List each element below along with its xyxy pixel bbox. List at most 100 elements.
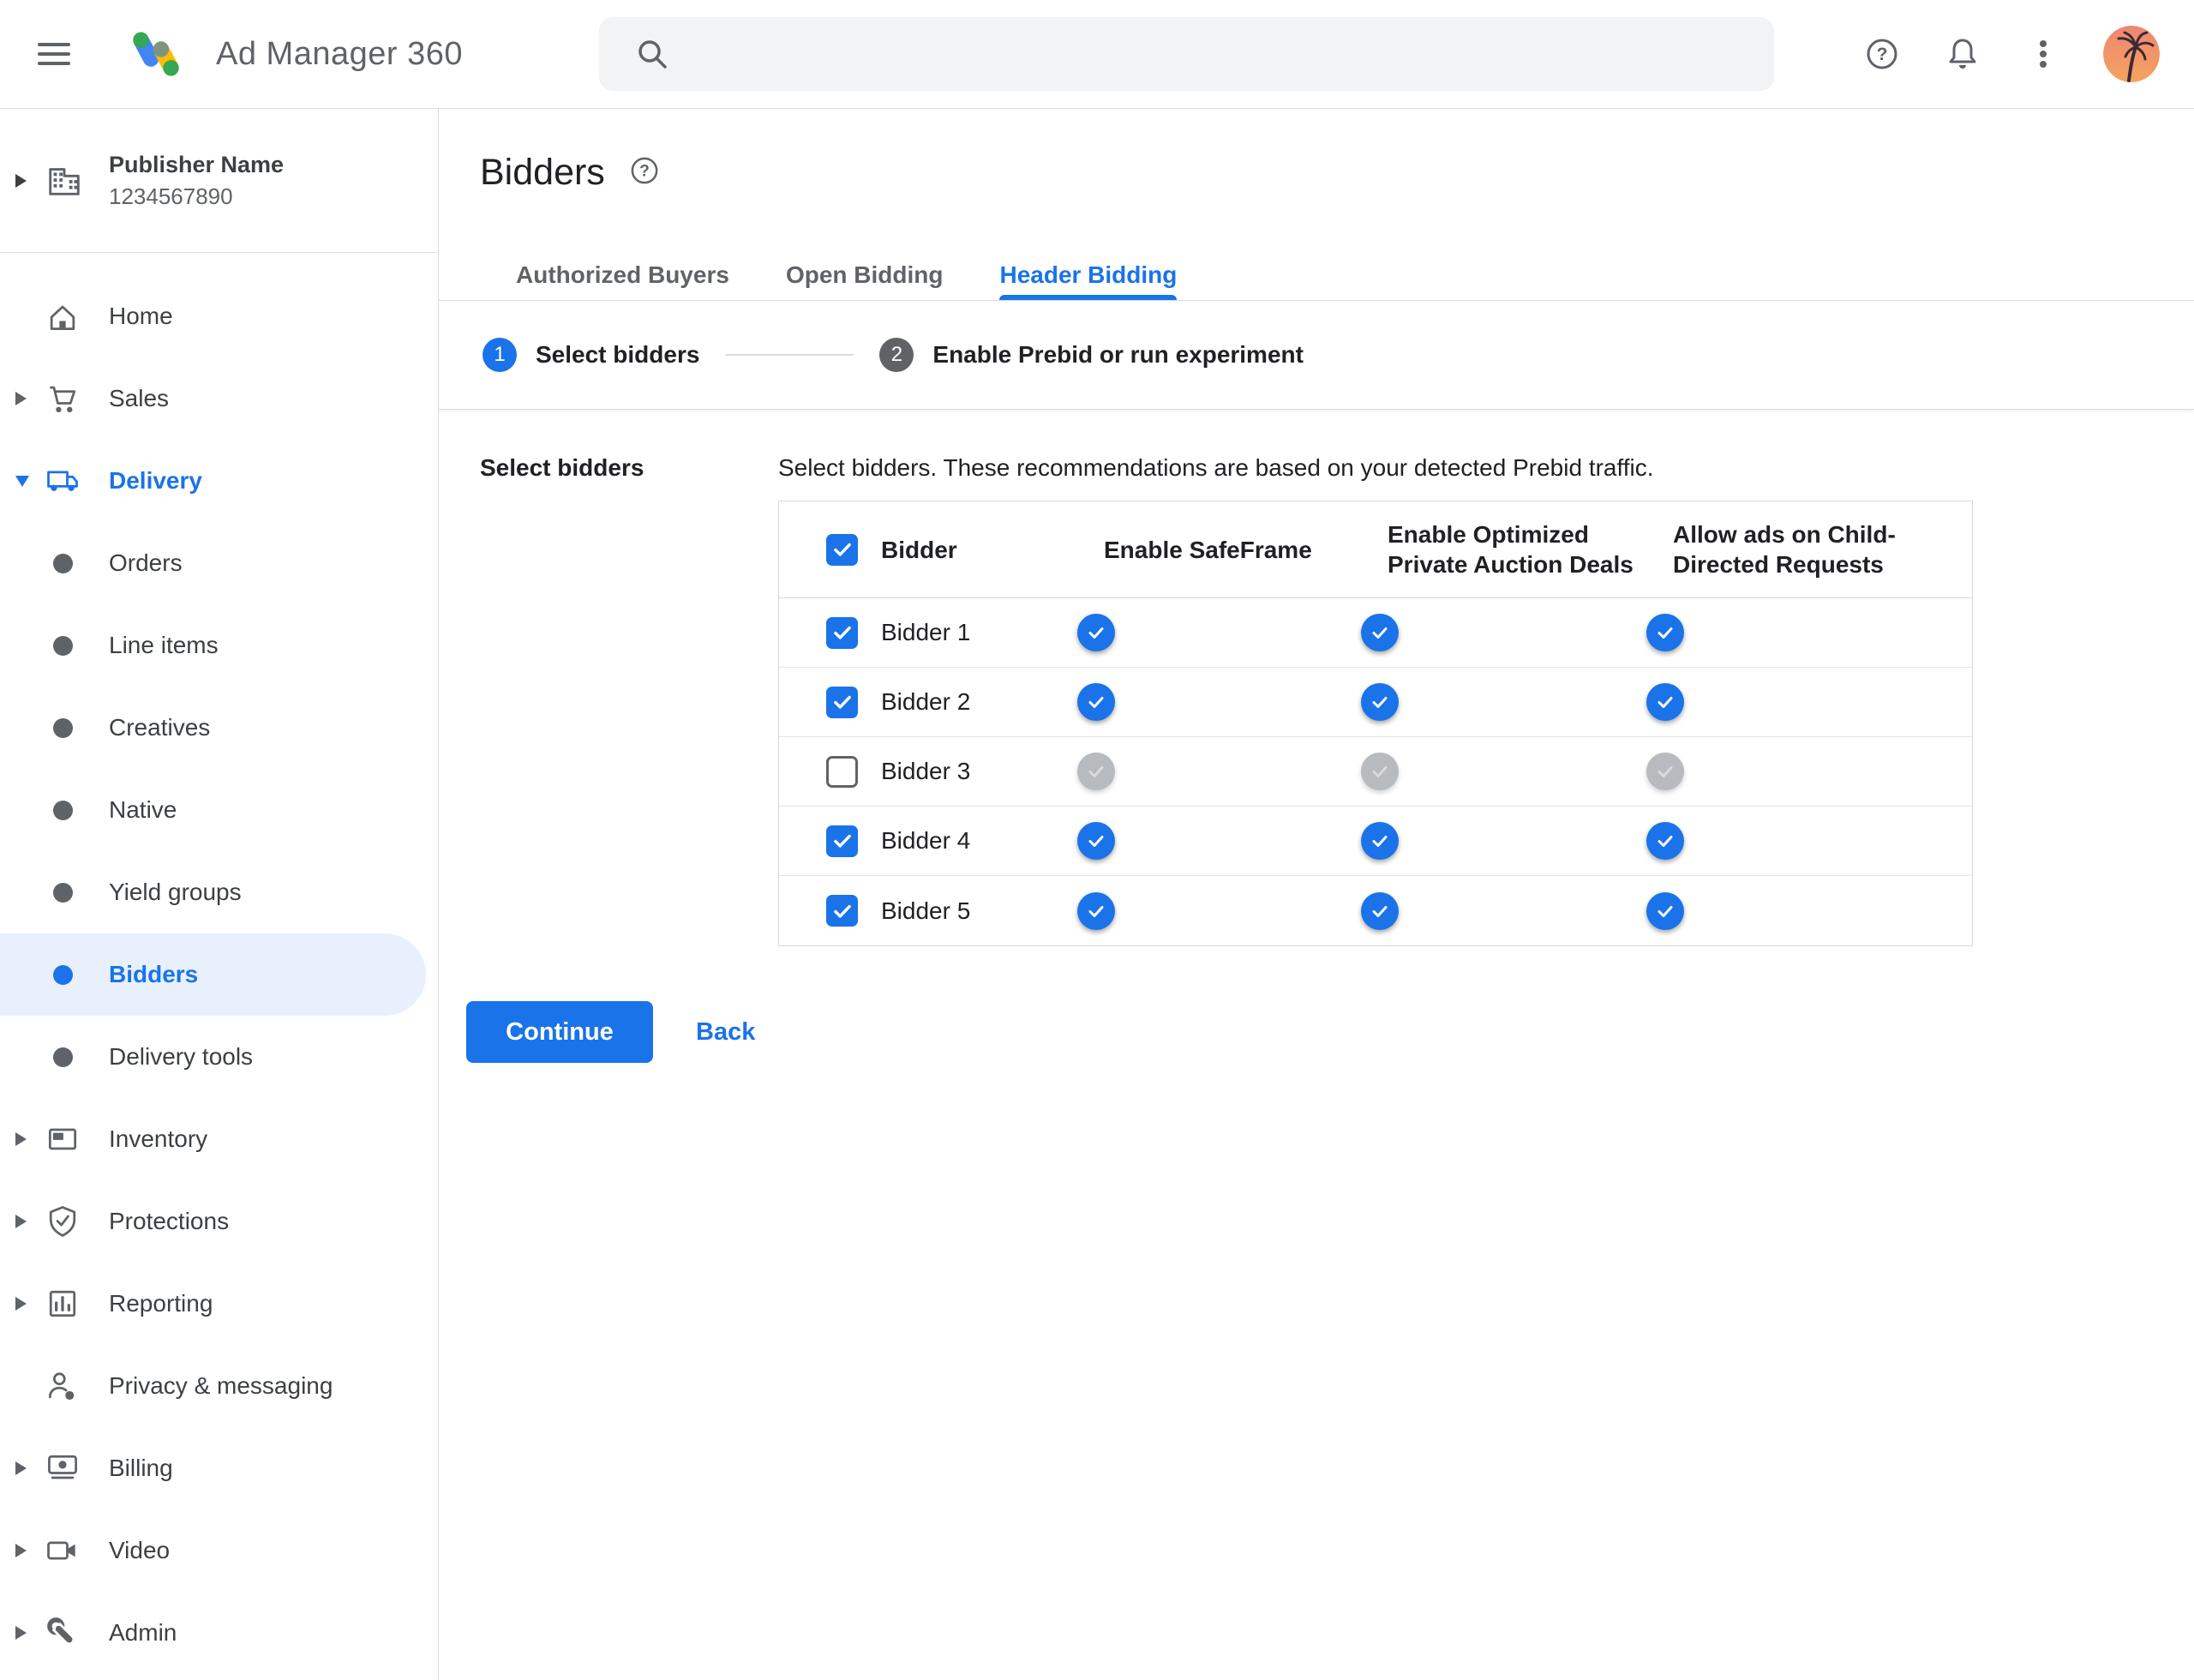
truck-icon [38, 462, 87, 500]
select-all-checkbox[interactable] [826, 533, 858, 566]
avatar-palm-image [2103, 26, 2160, 82]
building-icon [43, 161, 86, 201]
column-header-bidder: Bidder [881, 536, 957, 563]
row-checkbox[interactable] [826, 686, 858, 718]
section-label: Select bidders [480, 454, 644, 481]
chevron-right-icon [15, 1626, 38, 1640]
notifications-button[interactable] [1942, 33, 1983, 75]
search-icon [638, 40, 667, 69]
account-avatar[interactable] [2103, 26, 2160, 82]
bidder-name: Bidder 5 [881, 897, 971, 924]
sidebar-item-delivery-tools[interactable]: Delivery tools [0, 1016, 438, 1098]
sidebar-item-line-items[interactable]: Line items [0, 604, 438, 687]
bullet-icon [38, 1047, 87, 1067]
sidebar-item-home[interactable]: Home [0, 275, 438, 357]
bidder-name: Bidder 1 [881, 619, 971, 645]
bidders-table: Bidder Enable SafeFrame Enable Optimized… [778, 501, 1973, 946]
column-header-optimized-deals: Enable Optimized Private Auction Deals [1388, 521, 1634, 578]
sidebar-item-admin[interactable]: Admin [0, 1592, 438, 1674]
sidebar: Publisher Name 1234567890 Home Sales Del… [0, 109, 439, 1680]
chevron-down-icon [15, 475, 38, 487]
action-bar: Continue Back [439, 1001, 2194, 1063]
bar-chart-icon [38, 1285, 87, 1323]
help-icon: ? [631, 157, 658, 183]
topbar-actions: ? [1861, 0, 2160, 108]
kebab-menu-icon [2040, 40, 2047, 68]
publisher-id: 1234567890 [109, 183, 233, 209]
bullet-icon [38, 635, 87, 656]
search-bar[interactable] [599, 17, 1774, 91]
chevron-right-icon [15, 173, 38, 188]
bullet-icon [38, 882, 87, 903]
payments-icon [38, 1449, 87, 1487]
chevron-right-icon [15, 1297, 38, 1311]
top-app-bar: Ad Manager 360 ? [0, 0, 2194, 109]
sidebar-item-privacy-messaging[interactable]: Privacy & messaging [0, 1345, 438, 1427]
app-title: Ad Manager 360 [216, 35, 463, 72]
publisher-name: Publisher Name [109, 151, 285, 177]
wrench-icon [38, 1614, 87, 1652]
sidebar-item-sales[interactable]: Sales [0, 357, 438, 440]
sidebar-item-delivery[interactable]: Delivery [0, 440, 438, 522]
bidder-name: Bidder 4 [881, 827, 971, 854]
tab-authorized-buyers[interactable]: Authorized Buyers [516, 249, 729, 300]
svg-text:?: ? [1877, 45, 1888, 64]
help-button[interactable]: ? [1861, 33, 1903, 75]
row-checkbox[interactable] [826, 895, 858, 927]
tab-open-bidding[interactable]: Open Bidding [786, 249, 944, 300]
help-icon: ? [1867, 39, 1897, 69]
table-row: Bidder 2 [779, 668, 1972, 737]
sidebar-item-inventory[interactable]: Inventory [0, 1098, 438, 1180]
main-content: Bidders ? Authorized Buyers Open Bidding… [439, 109, 2194, 1680]
stepper: 1 Select bidders 2 Enable Prebid or run … [439, 301, 2194, 410]
bullet-icon [38, 800, 87, 820]
sidebar-item-native[interactable]: Native [0, 769, 438, 851]
publisher-switcher[interactable]: Publisher Name 1234567890 [0, 109, 438, 253]
chevron-right-icon [15, 392, 38, 405]
sidebar-nav: Home Sales Delivery Orders Line items Cr… [0, 253, 438, 1674]
shield-check-icon [38, 1203, 87, 1240]
row-checkbox[interactable] [826, 755, 858, 788]
tab-header-bidding[interactable]: Header Bidding [999, 249, 1177, 300]
sidebar-item-bidders[interactable]: Bidders [0, 933, 426, 1016]
cart-icon [38, 380, 87, 417]
chevron-right-icon [15, 1544, 38, 1557]
row-checkbox[interactable] [826, 616, 858, 649]
sidebar-item-reporting[interactable]: Reporting [0, 1263, 438, 1345]
page-title: Bidders [480, 151, 605, 193]
sidebar-item-yield-groups[interactable]: Yield groups [0, 851, 438, 933]
column-header-child-directed: Allow ads on Child-Directed Requests [1673, 521, 1896, 578]
bell-icon [1949, 39, 1976, 69]
chevron-right-icon [15, 1215, 38, 1228]
page-help-button[interactable]: ? [627, 153, 662, 192]
chevron-right-icon [15, 1132, 38, 1146]
ad-manager-logo [133, 32, 179, 76]
videocam-icon [38, 1532, 87, 1569]
tab-bar: Authorized Buyers Open Bidding Header Bi… [439, 249, 2194, 301]
table-row: Bidder 4 [779, 807, 1972, 876]
home-icon [38, 297, 87, 335]
row-checkbox[interactable] [826, 825, 858, 857]
sidebar-item-billing[interactable]: Billing [0, 1427, 438, 1509]
bullet-icon [38, 964, 87, 985]
window-icon [38, 1120, 87, 1158]
step-connector [725, 354, 854, 356]
sidebar-item-orders[interactable]: Orders [0, 522, 438, 604]
step-1-label: Select bidders [536, 341, 700, 368]
sidebar-item-video[interactable]: Video [0, 1509, 438, 1592]
back-link[interactable]: Back [696, 1018, 755, 1047]
sidebar-item-creatives[interactable]: Creatives [0, 687, 438, 769]
continue-button[interactable]: Continue [466, 1001, 653, 1063]
svg-text:?: ? [639, 162, 650, 180]
table-row: Bidder 5 [779, 876, 1972, 945]
menu-icon[interactable] [38, 37, 70, 71]
sidebar-item-protections[interactable]: Protections [0, 1180, 438, 1263]
more-options-button[interactable] [2023, 33, 2064, 75]
person-badge-icon [38, 1367, 87, 1405]
step-1-circle: 1 [483, 338, 517, 372]
bullet-icon [38, 553, 87, 573]
bullet-icon [38, 717, 87, 738]
step-2-label: Enable Prebid or run experiment [932, 341, 1304, 368]
bidder-name: Bidder 2 [881, 688, 971, 715]
chevron-right-icon [15, 1461, 38, 1475]
